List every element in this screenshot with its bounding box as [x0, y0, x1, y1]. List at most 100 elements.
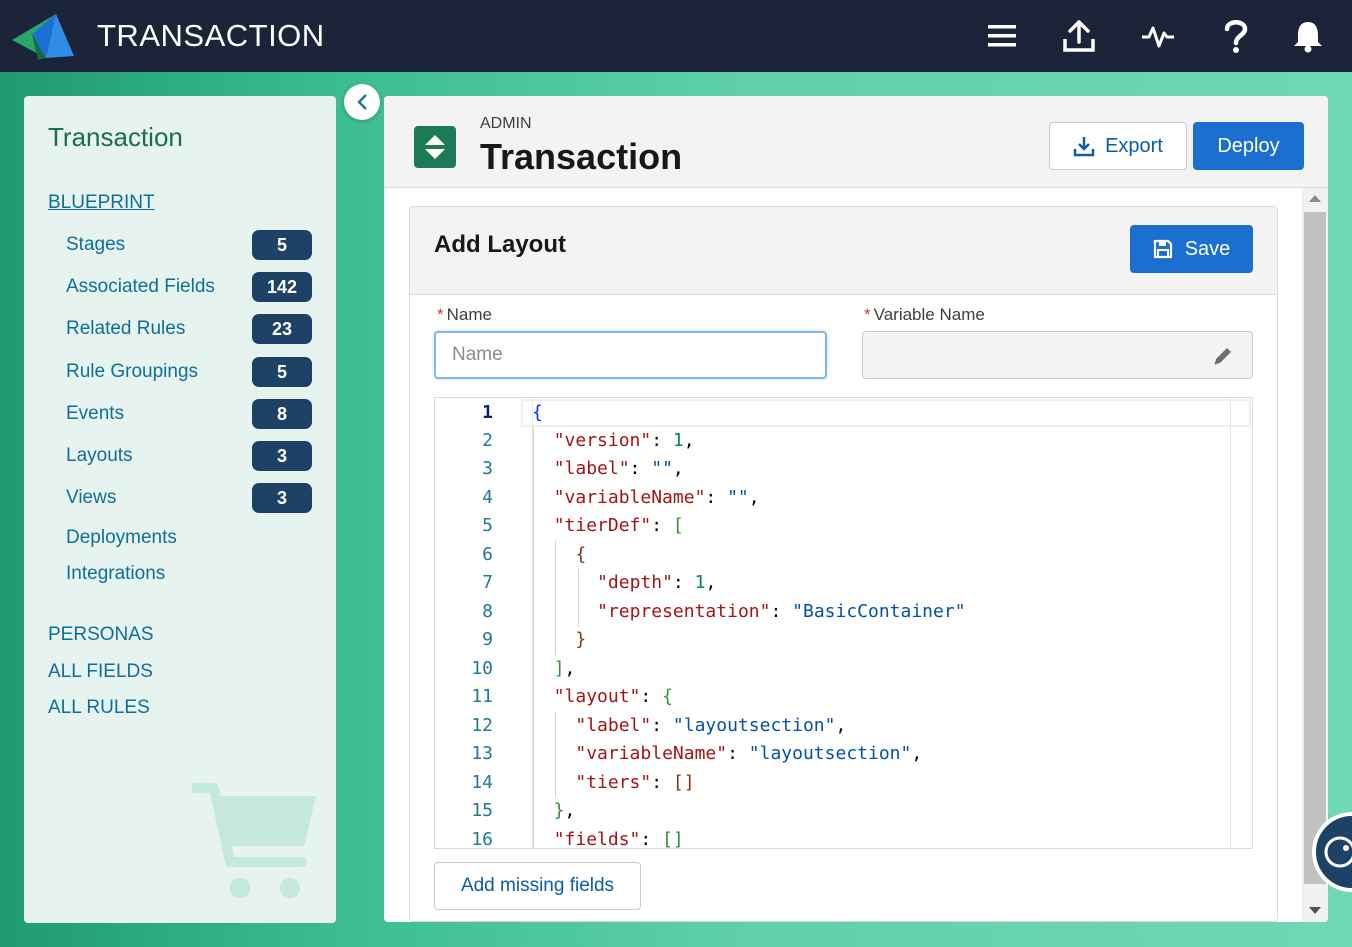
chevron-left-icon — [357, 94, 367, 110]
line-number: 4 — [482, 487, 493, 508]
page-header: ADMIN Transaction Export Deploy — [384, 96, 1328, 188]
main-scrollbar[interactable] — [1302, 188, 1328, 922]
line-number: 6 — [482, 544, 493, 565]
menu-icon[interactable] — [982, 16, 1022, 56]
layout-icon — [414, 126, 456, 168]
card-header: Add Layout Save — [410, 207, 1277, 295]
activity-icon[interactable] — [1138, 16, 1178, 56]
save-icon — [1153, 239, 1172, 259]
page-title: Transaction — [480, 136, 683, 177]
name-field-label: * Name — [437, 305, 492, 325]
code-line: "variableName": "layoutsection", — [575, 743, 923, 764]
line-number: 12 — [471, 715, 493, 736]
save-label: Save — [1184, 237, 1231, 260]
editor-scrollbar[interactable] — [1230, 398, 1252, 848]
sidebar-item-events[interactable]: Events 8 — [66, 399, 312, 429]
line-number: 7 — [482, 572, 493, 593]
add-missing-fields-button[interactable]: Add missing fields — [434, 862, 641, 910]
save-button[interactable]: Save — [1130, 225, 1253, 273]
code-line: ], — [553, 658, 576, 679]
sidebar-personas-link[interactable]: PERSONAS — [48, 624, 154, 646]
line-number: 11 — [471, 686, 493, 707]
line-number: 1 — [482, 402, 493, 423]
line-number: 9 — [482, 629, 493, 650]
line-number: 2 — [482, 430, 493, 451]
sidebar-item-label: Associated Fields — [66, 276, 215, 297]
variable-name-label-text: Variable Name — [873, 305, 985, 324]
sidebar-item-stages[interactable]: Stages 5 — [66, 230, 312, 260]
sidebar: Transaction BLUEPRINT Stages 5 Associate… — [24, 96, 336, 923]
line-number-gutter: 1 2 3 4 5 6 7 8 9 10 11 12 13 14 15 16 — [435, 398, 521, 848]
variable-name-field — [862, 331, 1253, 379]
count-badge: 142 — [252, 272, 312, 302]
count-badge: 5 — [252, 357, 312, 387]
name-input[interactable] — [434, 331, 827, 379]
add-layout-card: Add Layout Save *Name *Variable Name 1 2… — [409, 206, 1278, 922]
line-number: 10 — [471, 658, 493, 679]
count-badge: 3 — [252, 483, 312, 513]
code-line: "layout": { — [553, 686, 673, 707]
json-editor[interactable]: 1 2 3 4 5 6 7 8 9 10 11 12 13 14 15 16 {… — [434, 397, 1253, 849]
assistant-bubble-icon[interactable] — [1312, 812, 1352, 892]
code-line: { — [575, 544, 587, 565]
sidebar-item-deployments[interactable]: Deployments — [66, 523, 312, 553]
code-line: "version": 1, — [553, 430, 695, 451]
variable-name-field-label: * Variable Name — [864, 305, 985, 325]
scroll-up-icon[interactable] — [1309, 195, 1321, 202]
count-badge: 3 — [252, 441, 312, 471]
code-line: "representation": "BasicContainer" — [597, 601, 966, 622]
required-marker: * — [864, 305, 871, 324]
sidebar-item-label: Deployments — [66, 527, 177, 548]
top-bar: TRANSACTION — [0, 0, 1352, 72]
bell-icon[interactable] — [1288, 16, 1328, 56]
pencil-icon[interactable] — [1212, 345, 1234, 367]
sidebar-item-integrations[interactable]: Integrations — [66, 559, 312, 589]
sidebar-blueprint-link[interactable]: BLUEPRINT — [48, 192, 155, 214]
code-line: } — [575, 629, 587, 650]
sidebar-item-label: Rule Groupings — [66, 361, 199, 382]
sidebar-all-rules-link[interactable]: ALL RULES — [48, 697, 150, 719]
code-area[interactable]: { "version": 1, "label": "", "variableNa… — [532, 398, 1232, 848]
code-line: }, — [553, 800, 576, 821]
sidebar-all-fields-link[interactable]: ALL FIELDS — [48, 661, 153, 683]
code-line: "fields": [] — [553, 829, 684, 849]
sidebar-item-rule-groupings[interactable]: Rule Groupings 5 — [66, 357, 312, 387]
line-number: 8 — [482, 601, 493, 622]
scroll-down-icon[interactable] — [1309, 907, 1321, 914]
code-line: "variableName": "", — [553, 487, 760, 508]
count-badge: 5 — [252, 230, 312, 260]
sidebar-item-layouts[interactable]: Layouts 3 — [66, 441, 312, 471]
name-label-text: Name — [446, 305, 492, 324]
collapse-sidebar-button[interactable] — [344, 84, 380, 120]
sidebar-item-label: Layouts — [66, 445, 133, 466]
sidebar-item-associated-fields[interactable]: Associated Fields 142 — [66, 272, 312, 302]
line-number: 13 — [471, 743, 493, 764]
export-button[interactable]: Export — [1049, 122, 1187, 170]
sidebar-item-label: Views — [66, 487, 117, 508]
sidebar-item-views[interactable]: Views 3 — [66, 483, 312, 513]
sidebar-item-label: Stages — [66, 234, 126, 255]
sidebar-item-label: Events — [66, 403, 125, 424]
code-line: { — [532, 402, 543, 423]
scrollbar-thumb[interactable] — [1304, 212, 1326, 884]
count-badge: 8 — [252, 399, 312, 429]
sidebar-item-related-rules[interactable]: Related Rules 23 — [66, 314, 312, 344]
sidebar-title: Transaction — [48, 122, 183, 152]
line-number: 14 — [471, 772, 493, 793]
main-panel: ADMIN Transaction Export Deploy Add Layo… — [384, 96, 1328, 922]
page-subtitle: ADMIN — [480, 115, 532, 132]
code-line: "label": "", — [553, 458, 684, 479]
code-line: "label": "layoutsection", — [575, 715, 847, 736]
app-logo — [12, 14, 74, 60]
code-line: "depth": 1, — [597, 572, 717, 593]
help-icon[interactable] — [1216, 16, 1256, 56]
line-number: 3 — [482, 458, 493, 479]
code-line: "tiers": [] — [575, 772, 695, 793]
download-icon — [1073, 137, 1095, 157]
code-line: "tierDef": [ — [553, 515, 684, 536]
deploy-button[interactable]: Deploy — [1193, 122, 1304, 170]
sidebar-item-label: Integrations — [66, 563, 166, 584]
sidebar-item-label: Related Rules — [66, 318, 186, 339]
app-title: TRANSACTION — [97, 18, 325, 53]
upload-icon[interactable] — [1059, 16, 1099, 56]
